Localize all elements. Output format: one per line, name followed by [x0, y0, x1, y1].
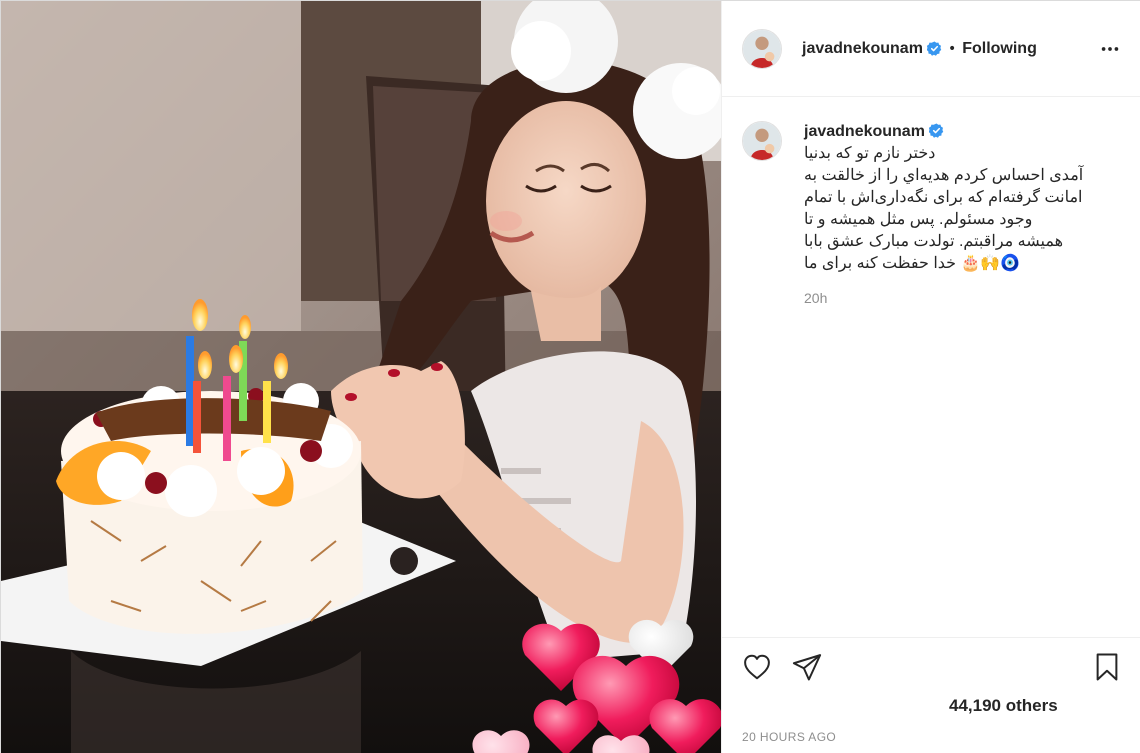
caption-line: همیشه مراقبتم. تولدت مبارک عشق بابا: [804, 233, 1064, 250]
instagram-post: javadnekounam • Following javadnekounam …: [0, 0, 1140, 753]
post-actions: 44,190 others 20 HOURS AGO: [722, 637, 1140, 753]
avatar-image: [743, 122, 781, 160]
caption-line: 🧿🙌🎂 خدا حفظت کنه برای ما: [804, 255, 1021, 272]
heart-icon: [744, 654, 770, 680]
caption-text: دختر نازم تو که بدنیا آمدی احساس کردم هد…: [804, 143, 1110, 275]
more-options-button[interactable]: [1098, 37, 1122, 61]
bookmark-icon: [1096, 653, 1118, 681]
like-button[interactable]: [742, 652, 772, 682]
caption-line: آمدی احساس کردم هدیه‌اي را از خالقت به: [804, 167, 1084, 184]
avatar[interactable]: [742, 28, 782, 69]
caption-body: javadnekounam دختر نازم تو که بدنیا آمدی…: [804, 121, 1110, 309]
header-username[interactable]: javadnekounam: [802, 40, 923, 58]
caption-username-line: javadnekounam: [804, 121, 1110, 143]
birthday-photo-illustration: [1, 1, 721, 753]
caption-line: وجود مسئولم. پس مثل همیشه و تا: [804, 211, 1033, 228]
caption-username[interactable]: javadnekounam: [804, 123, 925, 140]
share-button[interactable]: [792, 652, 822, 682]
post-header: javadnekounam • Following: [722, 1, 1140, 97]
following-button[interactable]: Following: [962, 40, 1037, 58]
caption-line: امانت گرفته‌ام که برای نگه‌داری‌اش با تم…: [804, 189, 1083, 206]
caption-line: دختر نازم تو که بدنیا: [804, 145, 936, 162]
more-horizontal-icon: [1101, 47, 1119, 51]
post-side-panel: javadnekounam • Following javadnekounam …: [721, 1, 1140, 753]
verified-badge-icon: [926, 41, 942, 56]
paper-plane-icon: [792, 654, 822, 681]
post-date[interactable]: 20 HOURS AGO: [742, 730, 836, 744]
likes-count[interactable]: 44,190 others: [949, 696, 1058, 716]
caption-avatar[interactable]: [742, 121, 782, 161]
caption-row: javadnekounam دختر نازم تو که بدنیا آمدی…: [742, 121, 1122, 309]
caption-section: javadnekounam دختر نازم تو که بدنیا آمدی…: [722, 97, 1140, 637]
post-photo[interactable]: [1, 1, 721, 753]
save-button[interactable]: [1092, 652, 1122, 682]
caption-timestamp[interactable]: 20h: [804, 287, 1110, 309]
header-separator: •: [947, 40, 957, 57]
verified-badge-icon: [928, 123, 944, 138]
avatar-image: [743, 29, 781, 68]
